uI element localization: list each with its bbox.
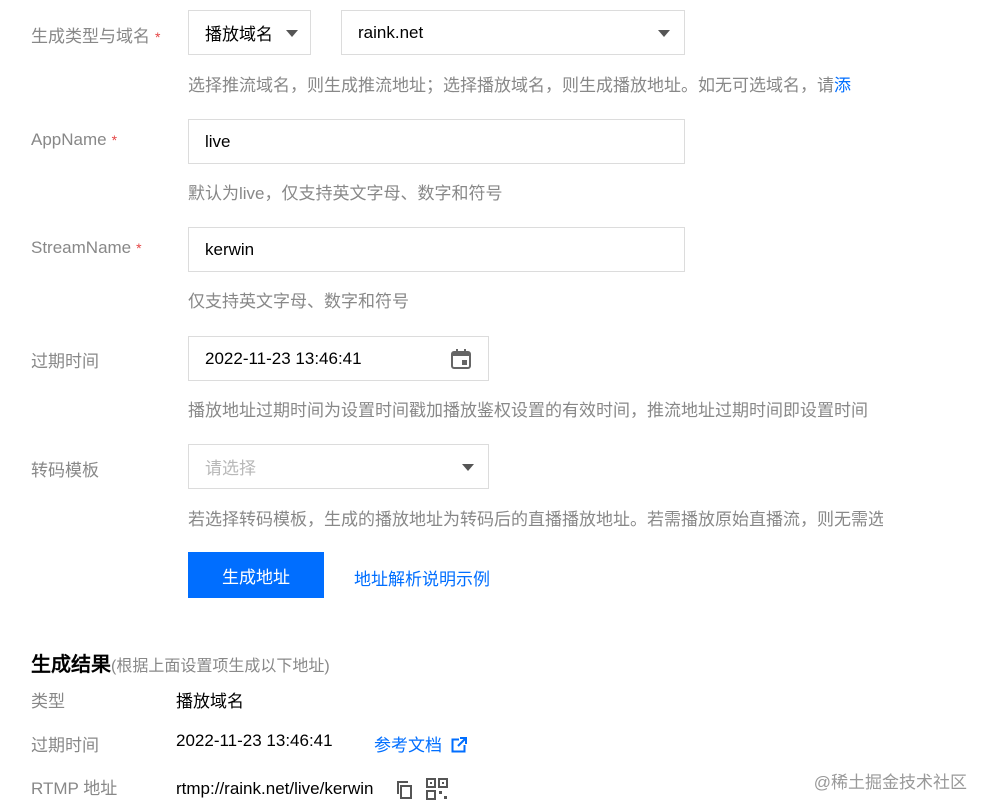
domain-hint: 选择推流域名，则生成推流地址；选择播放域名，则生成播放地址。如无可选域名，请添: [188, 76, 851, 95]
required-mark: *: [136, 240, 142, 256]
expire-date-input[interactable]: 2022-11-23 13:46:41: [188, 336, 489, 381]
copy-icon[interactable]: [397, 781, 413, 804]
address-help-link[interactable]: 地址解析说明示例: [354, 565, 490, 590]
app-name-value: live: [205, 131, 231, 151]
expire-date-value: 2022-11-23 13:46:41: [205, 348, 362, 368]
qrcode-icon[interactable]: [426, 778, 448, 805]
domain-select-value: raink.net: [358, 22, 424, 42]
result-rtmp-value: rtmp://raink.net/live/kerwin: [176, 779, 374, 798]
result-subtitle: (根据上面设置项生成以下地址): [111, 658, 330, 675]
app-name-input[interactable]: live: [188, 119, 685, 164]
reference-doc-link[interactable]: 参考文档: [374, 731, 467, 758]
app-name-hint: 默认为live，仅支持英文字母、数字和符号: [188, 184, 503, 203]
calendar-icon[interactable]: [450, 348, 472, 375]
domain-label: 生成类型与域名 *: [31, 27, 161, 46]
stream-name-value: kerwin: [205, 239, 255, 259]
add-domain-link[interactable]: 添: [834, 76, 851, 95]
required-mark: *: [155, 29, 161, 45]
type-select[interactable]: 播放域名: [188, 10, 311, 55]
expire-hint: 播放地址过期时间为设置时间戳加播放鉴权设置的有效时间，推流地址过期时间即设置时间: [188, 401, 868, 420]
chevron-down-icon: [658, 30, 670, 37]
result-type-label: 类型: [31, 692, 65, 711]
result-title: 生成结果: [31, 654, 111, 676]
transcode-label: 转码模板: [31, 461, 99, 480]
result-expire-value: 2022-11-23 13:46:41: [176, 731, 333, 750]
generate-address-button[interactable]: 生成地址: [188, 552, 324, 598]
required-mark: *: [111, 132, 118, 148]
type-select-value: 播放域名: [205, 25, 273, 44]
stream-name-label: StreamName *: [31, 238, 142, 257]
transcode-hint: 若选择转码模板，生成的播放地址为转码后的直播播放地址。若需播放原始直播流，则无需…: [188, 510, 883, 529]
result-type-value: 播放域名: [176, 692, 244, 711]
result-expire-label: 过期时间: [31, 736, 99, 755]
chevron-down-icon: [286, 30, 298, 37]
stream-name-input[interactable]: kerwin: [188, 227, 685, 272]
result-section-title: 生成结果(根据上面设置项生成以下地址): [31, 648, 330, 677]
transcode-select[interactable]: 请选择: [188, 444, 489, 489]
app-name-label: AppName *: [31, 130, 118, 149]
watermark: @稀土掘金技术社区: [813, 773, 967, 792]
domain-select[interactable]: raink.net: [341, 10, 685, 55]
result-rtmp-label: RTMP 地址: [31, 779, 118, 798]
chevron-down-icon: [462, 464, 474, 471]
external-link-icon: [451, 737, 467, 758]
stream-name-hint: 仅支持英文字母、数字和符号: [188, 292, 409, 311]
expire-label: 过期时间: [31, 352, 99, 371]
transcode-placeholder: 请选择: [205, 459, 256, 478]
